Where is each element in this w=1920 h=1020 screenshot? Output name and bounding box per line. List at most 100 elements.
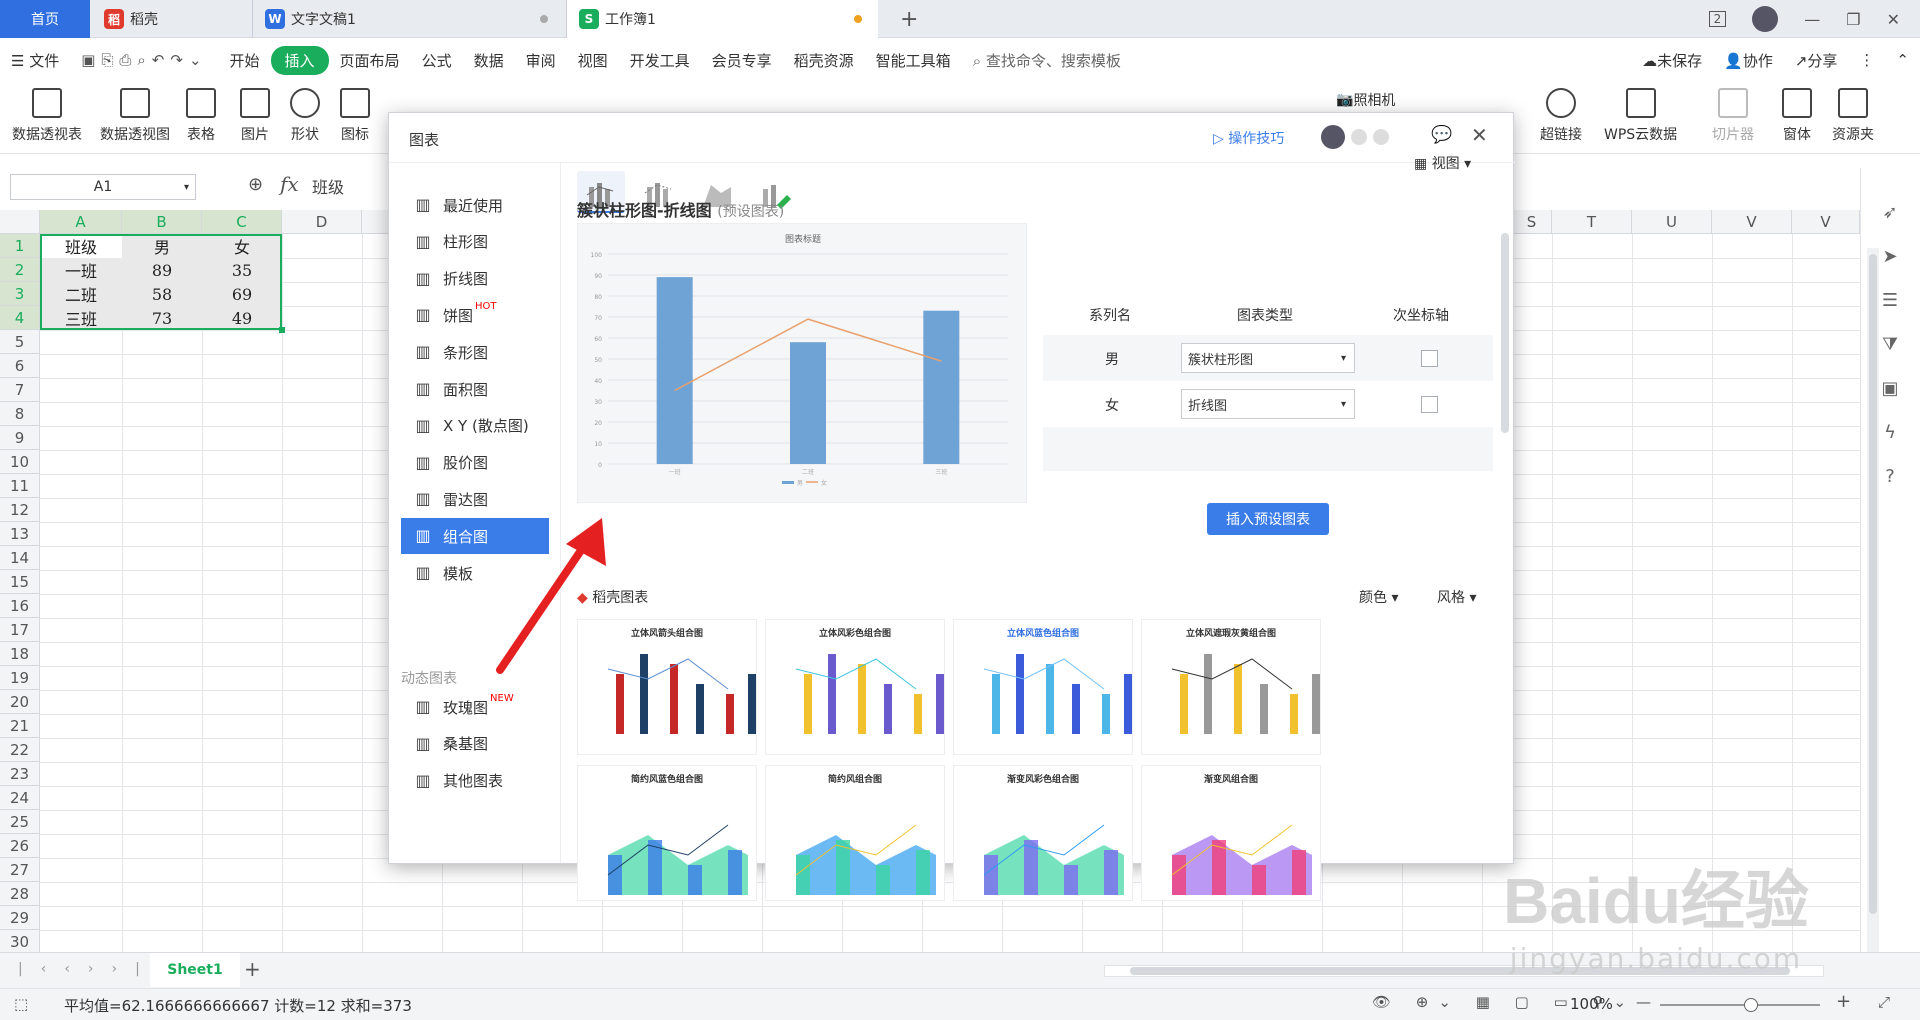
tab-document[interactable]: W 文字文稿1 <box>252 0 564 38</box>
row-header[interactable]: 15 <box>0 570 40 594</box>
share-button[interactable]: ↗分享 <box>1784 50 1849 71</box>
more-icon[interactable]: ⋮ <box>1848 51 1885 69</box>
restore-icon[interactable]: ❐ <box>1846 10 1860 29</box>
menu-file[interactable]: ☰ 文件 <box>0 50 70 71</box>
cursor-icon[interactable]: ➤ <box>1879 246 1901 268</box>
quick-access-icons[interactable]: ▣⎘⎙⌕↶↷⌄ <box>70 51 218 69</box>
column-header-w[interactable]: V <box>1792 210 1860 234</box>
insert-preset-chart-button[interactable]: 插入预设图表 <box>1207 503 1329 535</box>
avatar[interactable] <box>1752 6 1779 32</box>
secondary-axis-checkbox-male[interactable] <box>1421 350 1438 367</box>
tips-link[interactable]: ▷ 操作技巧 <box>1213 128 1284 148</box>
formula-input[interactable]: 班级 <box>312 174 392 200</box>
dialog-scrollbar[interactable] <box>1501 233 1509 433</box>
color-dropdown[interactable]: 颜色 ▾ <box>1359 587 1398 607</box>
row-header[interactable]: 5 <box>0 330 40 354</box>
template-thumbnail[interactable]: 简约风蓝色组合图 <box>577 765 757 901</box>
nav-item-stock-chart[interactable]: ▥ 股价图 <box>401 445 549 481</box>
row-header[interactable]: 21 <box>0 714 40 738</box>
column-header-c[interactable]: C <box>202 210 282 234</box>
add-sheet-button[interactable]: + <box>244 957 261 981</box>
row-header[interactable]: 7 <box>0 378 40 402</box>
menu-review[interactable]: 审阅 <box>515 50 567 71</box>
menu-daoke-resources[interactable]: 稻壳资源 <box>783 50 865 71</box>
dialog-close-icon[interactable]: ✕ <box>1471 123 1488 147</box>
row-header[interactable]: 12 <box>0 498 40 522</box>
status-stats[interactable]: 平均值=62.1666666666667 计数=12 求和=373 <box>64 995 412 1016</box>
row-header[interactable]: 16 <box>0 594 40 618</box>
fullscreen-icon[interactable]: ⤢ <box>1878 993 1890 1011</box>
template-thumbnail[interactable]: 立体风蓝色组合图 <box>953 619 1133 755</box>
collapse-ribbon-icon[interactable]: ⌃ <box>1885 51 1920 69</box>
series-type-select-male[interactable]: 簇状柱形图 ▾ <box>1181 343 1355 373</box>
filter-icon[interactable]: ⧩ <box>1879 334 1901 356</box>
nav-item-rose-chart[interactable]: ▥ 玫瑰图 NEW <box>401 689 549 725</box>
help-icon[interactable]: ? <box>1879 466 1901 488</box>
picture-button[interactable]: 图片 <box>240 88 270 144</box>
nav-item-bar-chart[interactable]: ▥ 条形图 <box>401 334 549 370</box>
unsaved-button[interactable]: ☁未保存 <box>1631 50 1713 71</box>
command-search[interactable]: ⌕ 查找命令、搜索模板 <box>962 50 1132 71</box>
icon-button[interactable]: 图标 <box>340 88 370 144</box>
template-thumbnail[interactable]: 渐变风彩色组合图 <box>953 765 1133 901</box>
row-header[interactable]: 30 <box>0 930 40 952</box>
minimize-icon[interactable]: — <box>1804 10 1820 29</box>
form-button[interactable]: 窗体 <box>1782 88 1812 144</box>
lightning-icon[interactable]: ϟ <box>1879 422 1901 444</box>
zoom-slider[interactable] <box>1660 1004 1820 1006</box>
tab-workbook[interactable]: S 工作簿1 <box>566 0 878 38</box>
nav-item-line-chart[interactable]: ▥ 折线图 <box>401 261 549 297</box>
fill-handle[interactable] <box>279 327 285 333</box>
row-header[interactable]: 1 <box>0 234 40 258</box>
zoom-in-icon[interactable]: + <box>1836 991 1851 1012</box>
column-header-a[interactable]: A <box>40 210 122 234</box>
row-header[interactable]: 28 <box>0 882 40 906</box>
menu-member[interactable]: 会员专享 <box>701 50 783 71</box>
nav-item-other-chart[interactable]: ▥ 其他图表 <box>401 763 549 799</box>
menu-data[interactable]: 数据 <box>463 50 515 71</box>
wps-cloud-data-button[interactable]: WPS云数据 <box>1604 88 1677 144</box>
template-thumbnail[interactable]: 立体风遮瑕灰黄组合图 <box>1141 619 1321 755</box>
column-header-u[interactable]: U <box>1632 210 1712 234</box>
menu-developer[interactable]: 开发工具 <box>619 50 701 71</box>
row-header[interactable]: 13 <box>0 522 40 546</box>
tab-daoke[interactable]: 稻稻壳 <box>92 0 250 38</box>
camera-button[interactable]: 📷 照相机 <box>1336 90 1395 110</box>
pivot-chart-button[interactable]: 数据透视图 <box>100 88 170 144</box>
template-thumbnail[interactable]: 渐变风组合图 <box>1141 765 1321 901</box>
chevron-down-icon[interactable]: ▾ <box>184 182 189 193</box>
menu-insert[interactable]: 插入 <box>270 45 329 75</box>
template-thumbnail[interactable]: 简约风组合图 <box>765 765 945 901</box>
row-header[interactable]: 3 <box>0 282 40 306</box>
view-toggle[interactable]: ▦ 视图 ▾ <box>1414 153 1471 173</box>
chat-icon[interactable]: 💬 <box>1431 125 1452 145</box>
row-header[interactable]: 17 <box>0 618 40 642</box>
nav-item-column-chart[interactable]: ▥ 柱形图 <box>401 224 549 260</box>
column-header-v[interactable]: V <box>1712 210 1792 234</box>
row-header[interactable]: 29 <box>0 906 40 930</box>
series-type-select-female[interactable]: 折线图 ▾ <box>1181 389 1355 419</box>
vertical-scroll-thumb[interactable] <box>1869 254 1877 914</box>
dialog-avatar[interactable] <box>1321 125 1345 149</box>
row-header[interactable]: 26 <box>0 834 40 858</box>
row-header[interactable]: 27 <box>0 858 40 882</box>
nav-item-sankey-chart[interactable]: ▥ 桑基图 <box>401 726 549 762</box>
table-button[interactable]: 表格 <box>186 88 216 144</box>
row-header[interactable]: 20 <box>0 690 40 714</box>
row-header[interactable]: 18 <box>0 642 40 666</box>
style-dropdown[interactable]: 风格 ▾ <box>1437 587 1476 607</box>
menu-view[interactable]: 视图 <box>567 50 619 71</box>
column-header-s[interactable]: S <box>1512 210 1552 234</box>
sheet-tab-sheet1[interactable]: Sheet1 <box>150 953 240 987</box>
select-all-corner[interactable] <box>0 210 40 234</box>
sheet-nav-arrows-icon[interactable]: |‹‹››| <box>18 961 158 977</box>
row-header[interactable]: 8 <box>0 402 40 426</box>
menu-start[interactable]: 开始 <box>219 50 271 71</box>
collab-button[interactable]: 👤协作 <box>1713 50 1784 71</box>
nav-item-scatter-chart[interactable]: ▥ X Y (散点图) <box>401 408 549 444</box>
status-mode-icon[interactable]: ⬚ <box>14 995 28 1013</box>
slicer-button[interactable]: 切片器 <box>1712 88 1754 144</box>
hyperlink-button[interactable]: 超链接 <box>1540 88 1582 144</box>
new-tab-button[interactable]: + <box>888 0 930 38</box>
fx-icon[interactable]: fx <box>280 172 299 196</box>
